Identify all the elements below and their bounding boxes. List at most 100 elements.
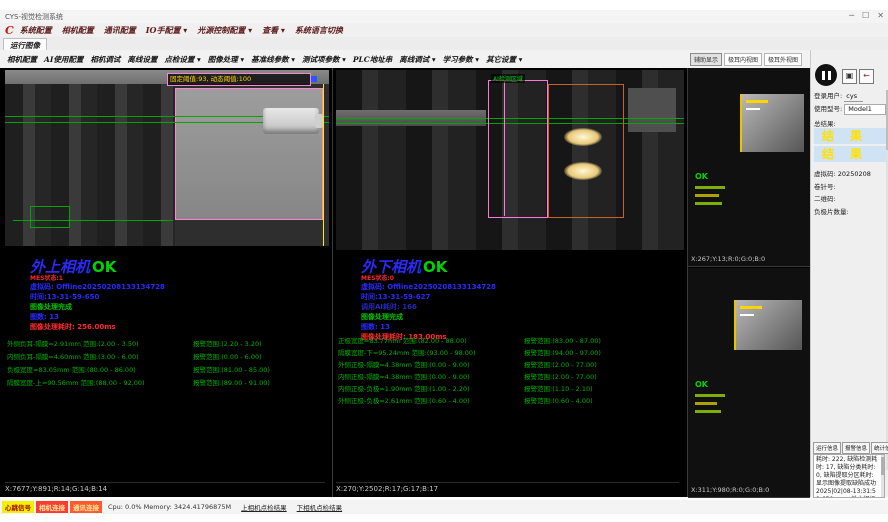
menu-language-switch[interactable]: 系统语言切换 xyxy=(295,25,343,36)
tool-spotcheck-setting[interactable]: 点检设置 ▾ xyxy=(164,54,200,65)
stats-log-text: 耗时: 222, 缺陷检测耗时: 17, 缺陷分类耗时: 0, 缺陷提取分区耗时… xyxy=(814,455,884,498)
camera-button[interactable]: ▣ xyxy=(842,69,857,84)
weld-glow-spot xyxy=(564,128,602,146)
stats-tabs: 运行信息 报警信息 统计信息 xyxy=(813,442,888,454)
menu-camera-config[interactable]: 相机配置 xyxy=(62,25,94,36)
tool-baseline-params[interactable]: 基准线参数 ▾ xyxy=(251,54,295,65)
pause-icon xyxy=(828,71,831,80)
lower-camera-image[interactable]: AI检测区域 xyxy=(336,70,684,250)
stats-tab-statistics-info[interactable]: 统计信息 xyxy=(871,442,888,454)
pixel-coords-readout: X:7677;Y:891;R:14;G:14;B:14 xyxy=(5,482,325,493)
pixel-coords-readout: X:311;Y:980;R:0;G:0;B:0 xyxy=(691,486,769,494)
preview-tab-tab-inner-view[interactable]: 极耳内视图 xyxy=(724,53,762,66)
lower-camera-spotcheck-link[interactable]: 下相机点检结果 xyxy=(297,502,343,512)
virtual-code-value: 20250208 xyxy=(838,170,871,178)
measure-value: 正极宽度=83.77mm 范围:(82.00 - 88.00) xyxy=(338,335,524,345)
measure-value: 隔膜宽度-下=95.24mm 范围:(93.00 - 98.00) xyxy=(338,347,524,357)
control-sidebar: ▣ ← 登录用户: cys 使用型号: Model1 总结果: 结果 结果 虚拟… xyxy=(810,50,888,497)
preview-inner-view[interactable]: OK X:267;Y:13;R:0;G:0;B:0 xyxy=(688,68,810,267)
measure-value: 内侧正极-隔膜=4.38mm 范围:(0.00 - 9.00) xyxy=(338,371,524,381)
tool-learning-params[interactable]: 学习参数 ▾ xyxy=(443,54,479,65)
result-ok: OK xyxy=(92,258,116,276)
stats-scrollbar[interactable] xyxy=(881,455,884,497)
alarm-range: 报警范围:(0.60 - 4.00) xyxy=(524,395,685,405)
measure-row: 隔膜宽度-上=90.56mm 范围:(88.00 - 92.00)报警范围:(8… xyxy=(7,375,330,388)
virtual-code-line: 虚拟码: Offline20250208133134728 xyxy=(361,282,496,292)
tool-camera-debug[interactable]: 相机调试 xyxy=(90,54,120,65)
menu-comm-config[interactable]: 通讯配置 xyxy=(104,25,136,36)
result-ok: OK xyxy=(423,258,447,276)
measure-value: 隔膜宽度-上=90.56mm 范围:(88.00 - 92.00) xyxy=(7,377,193,387)
window-controls: ─ ☐ ✕ xyxy=(849,11,884,21)
menu-light-config[interactable]: 光源控制配置 ▾ xyxy=(197,25,252,36)
stats-tab-run-info[interactable]: 运行信息 xyxy=(813,442,841,454)
tool-camera-config[interactable]: 相机配置 xyxy=(7,54,37,65)
upper-measurements: 外侧负耳-隔膜=2.91mm 范围:(2.00 - 3.50)报警范围:(2.2… xyxy=(7,336,330,388)
measure-value: 外侧正极-隔膜=4.38mm 范围:(0.00 - 9.00) xyxy=(338,359,524,369)
virtual-code-line: 虚拟码: Offline20250208133134728 xyxy=(30,282,165,292)
frame-count-line: 图数: 13 xyxy=(361,322,496,332)
overlay-text-line xyxy=(695,186,725,189)
menu-view[interactable]: 查看 ▾ xyxy=(262,25,285,36)
pause-button[interactable] xyxy=(815,64,837,86)
alarm-range: 报警范围:(94.00 - 97.00) xyxy=(524,347,685,357)
tool-image-process[interactable]: 图像处理 ▾ xyxy=(208,54,244,65)
mes-status: MES状态:1 xyxy=(30,273,63,282)
scrollbar-thumb xyxy=(881,457,884,475)
preview-tab-tab-outer-view[interactable]: 极耳外视图 xyxy=(764,53,802,66)
tool-test-params[interactable]: 测试项参数 ▾ xyxy=(302,54,346,65)
model-select[interactable]: Model1 xyxy=(844,104,886,115)
tool-offline-setting[interactable]: 离线设置 xyxy=(127,54,157,65)
login-user-label: 登录用户: xyxy=(814,92,842,100)
weld-glow-spot xyxy=(564,162,602,180)
yellow-mark xyxy=(740,306,762,309)
login-user-value: cys xyxy=(844,92,863,102)
label-marker xyxy=(311,76,317,82)
measure-row: 外侧正极-负极=2.61mm 范围:(0.60 - 4.00)报警范围:(0.6… xyxy=(338,394,685,406)
pin-number-field: 卷针号: xyxy=(814,181,836,191)
electrode-tab-object xyxy=(263,108,319,134)
upper-camera-image[interactable]: 固定阈值:93, 动态阈值:100 xyxy=(5,70,329,246)
tool-plc-address[interactable]: PLC地址串 xyxy=(353,54,392,65)
comm-connect-status-badge: 通讯连接 xyxy=(70,501,102,513)
upper-camera-info: 虚拟码: Offline20250208133134728 时间:13-31-5… xyxy=(30,282,165,332)
measure-row: 内侧负耳-隔膜=4.60mm 范围:(3.00 - 6.00)报警范围:(0.0… xyxy=(7,349,330,362)
maximize-icon[interactable]: ☐ xyxy=(862,11,869,21)
stats-tab-alarm-info[interactable]: 报警信息 xyxy=(842,442,870,454)
preview-result-ok: OK xyxy=(695,172,708,181)
tool-ai-use-config[interactable]: AI使用配置 xyxy=(44,54,83,65)
heartbeat-status-badge: 心跳信号 xyxy=(2,501,34,513)
negative-sheet-count-field: 负极片数量: xyxy=(814,206,849,216)
preview-outer-view[interactable]: OK X:311;Y:980;R:0;G:0;B:0 xyxy=(688,268,810,498)
upper-camera-spotcheck-link[interactable]: 上相机点检结果 xyxy=(241,502,287,512)
model-label: 使用型号: xyxy=(814,105,842,113)
measure-row: 隔膜宽度-下=95.24mm 范围:(93.00 - 98.00)报警范围:(9… xyxy=(338,346,685,358)
statusbar: 心跳信号 相机连接 通讯连接 Cpu: 0.0% Memory: 3424.41… xyxy=(0,500,888,514)
result-display-upper: 结果 xyxy=(814,128,888,144)
back-button[interactable]: ← xyxy=(859,69,874,84)
menu-system-config[interactable]: 系统配置 xyxy=(20,25,52,36)
preview-tabs: 辅助显示 极耳内视图 极耳外视图 xyxy=(690,53,802,66)
negative-sheet-count-label: 负极片数量: xyxy=(814,208,849,216)
close-icon[interactable]: ✕ xyxy=(877,11,884,21)
login-user-field: 登录用户: cys xyxy=(814,90,863,100)
mes-status: MES状态:0 xyxy=(361,273,394,282)
alarm-range: 报警范围:(2.20 - 3.20) xyxy=(193,338,330,348)
virtual-code-field: 虚拟码: 20250208 xyxy=(814,168,871,178)
toolbar: 相机配置 AI使用配置 相机调试 离线设置 点检设置 ▾ 图像处理 ▾ 基准线参… xyxy=(0,50,888,69)
tool-other-settings[interactable]: 其它设置 ▾ xyxy=(486,54,522,65)
menu-io-config[interactable]: IO手配置 ▾ xyxy=(146,25,188,36)
ai-detect-box xyxy=(548,84,624,218)
preview-tab-aux-display[interactable]: 辅助显示 xyxy=(690,53,722,66)
tool-offline-debug[interactable]: 离线调试 ▾ xyxy=(399,54,435,65)
measure-value: 内侧负耳-隔膜=4.60mm 范围:(3.00 - 6.00) xyxy=(7,351,193,361)
result-display-lower: 结果 xyxy=(814,146,888,162)
tab-preview-image xyxy=(734,300,802,350)
upper-camera-view: 固定阈值:93, 动态阈值:100 外上相机OK MES状态:1 虚拟码: Of… xyxy=(2,68,333,497)
camera-connect-status-badge: 相机连接 xyxy=(36,501,68,513)
stats-log-box[interactable]: 耗时: 222, 缺陷检测耗时: 17, 缺陷分类耗时: 0, 缺陷提取分区耗时… xyxy=(813,454,885,498)
minimize-icon[interactable]: ─ xyxy=(849,11,854,21)
time-line: 时间:13-31-59-650 xyxy=(30,292,165,302)
detect-box xyxy=(30,206,70,228)
app-window: CYS-视觉检测系统 ─ ☐ ✕ C 系统配置 相机配置 通讯配置 IO手配置 … xyxy=(0,0,888,522)
